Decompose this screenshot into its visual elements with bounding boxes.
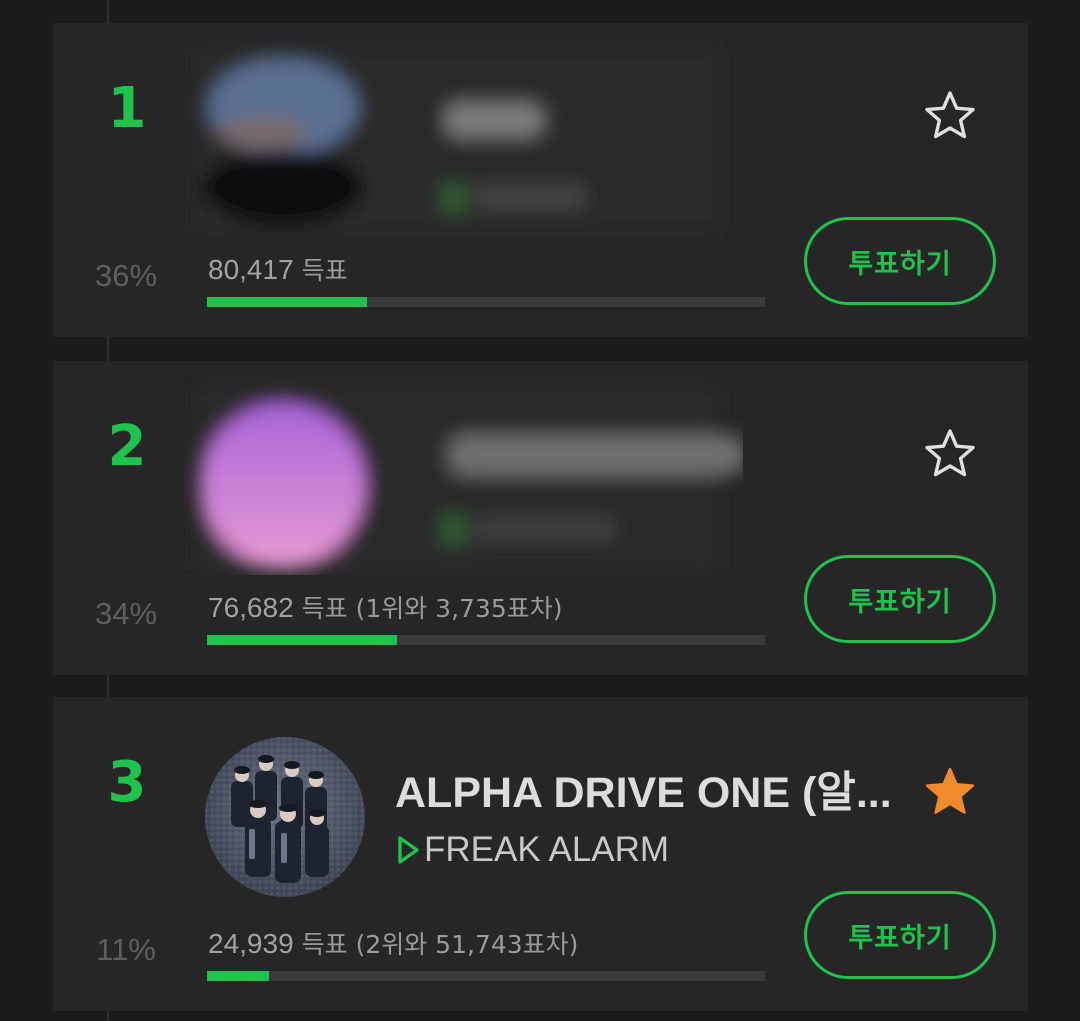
- blurred-artist-image: [183, 37, 743, 237]
- artist-title[interactable]: ALPHA DRIVE ONE (알...: [395, 764, 915, 822]
- vote-button[interactable]: 투표하기: [804, 891, 996, 979]
- ranking-card-1: 1 36% 80,417 득표 투표하기: [53, 23, 1028, 337]
- vote-percent: 11%: [96, 932, 156, 967]
- vote-progress-bar: [207, 635, 765, 645]
- ranking-card-3: 3 ALPHA DRIVE ONE (알... FREAK ALARM 11% …: [53, 697, 1028, 1011]
- star-icon[interactable]: [923, 89, 977, 143]
- vote-count-text: 24,939 득표 (2위와 51,743표차): [208, 926, 578, 963]
- artist-photo: [205, 737, 365, 897]
- vote-count-text: 80,417 득표: [208, 252, 348, 289]
- vote-count: 76,682: [208, 592, 294, 623]
- vote-unit: 득표: [301, 256, 348, 285]
- vote-percent: 36%: [94, 258, 158, 293]
- vote-progress-fill: [207, 971, 269, 981]
- vote-button[interactable]: 투표하기: [804, 217, 996, 305]
- vote-progress-fill: [207, 635, 397, 645]
- redacted-artist-info: [183, 37, 743, 237]
- vote-count-text: 76,682 득표 (1위와 3,735표차): [208, 590, 563, 627]
- vote-ranking-page: 1 36% 80,417 득표 투표하기 2 34% 76,682 득표 (1위…: [0, 0, 1080, 1021]
- play-icon: [398, 836, 419, 864]
- rank-number: 1: [107, 76, 147, 141]
- rank-number: 3: [107, 750, 147, 815]
- rank-number: 2: [107, 414, 147, 479]
- vote-unit: 득표: [301, 930, 348, 959]
- vote-count: 24,939: [208, 928, 294, 959]
- vote-difference: (1위와 3,735표차): [355, 594, 563, 623]
- star-filled-icon[interactable]: [923, 765, 977, 819]
- song-title: FREAK ALARM: [424, 830, 670, 869]
- ranking-card-2: 2 34% 76,682 득표 (1위와 3,735표차) 투표하기: [53, 361, 1028, 675]
- vote-progress-bar: [207, 297, 765, 307]
- vote-difference: (2위와 51,743표차): [355, 930, 579, 959]
- vote-progress-bar: [207, 971, 765, 981]
- redacted-artist-info: [183, 375, 743, 575]
- vote-percent: 34%: [94, 596, 158, 631]
- vote-button[interactable]: 투표하기: [804, 555, 996, 643]
- vote-progress-fill: [207, 297, 367, 307]
- song-link[interactable]: FREAK ALARM: [395, 828, 669, 872]
- blurred-artist-image: [183, 375, 743, 575]
- artist-group-image: [205, 737, 365, 897]
- vote-count: 80,417: [208, 254, 294, 285]
- star-icon[interactable]: [923, 427, 977, 481]
- vote-unit: 득표: [301, 594, 348, 623]
